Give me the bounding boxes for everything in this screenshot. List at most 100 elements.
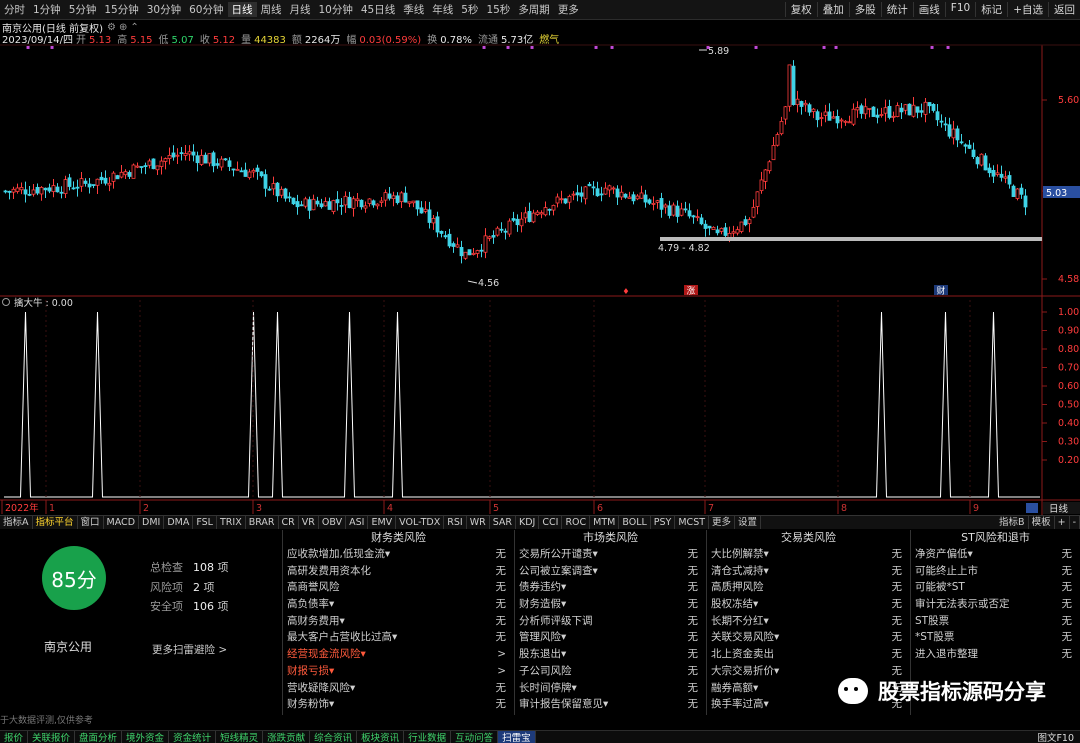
risk-item-value: 2 — [193, 580, 200, 594]
risk-item[interactable]: 财务粉饰▾ 无 — [283, 696, 514, 713]
indicator-tab[interactable]: 窗口 — [78, 516, 104, 529]
bottom-tab[interactable]: 综合资讯 — [310, 731, 358, 743]
risk-item[interactable]: 债券违约▾ 无 — [515, 579, 706, 596]
more-scan-link[interactable]: 更多扫雷避险 > — [152, 642, 227, 657]
indicator-tab[interactable]: MCST — [675, 516, 710, 529]
risk-item[interactable]: 可能终止上市 无 — [911, 563, 1080, 580]
indicator-tab[interactable]: CR — [279, 516, 299, 529]
bottom-tab[interactable]: 扫雷宝 — [498, 731, 536, 743]
bottom-tab[interactable]: 行业数据 — [404, 731, 452, 743]
risk-item-name: 高负债率▾ — [287, 598, 335, 611]
indicator-tab-tool[interactable]: + — [1055, 516, 1070, 529]
bottom-tab[interactable]: 报价 — [0, 731, 29, 743]
risk-item[interactable]: 可能被*ST 无 — [911, 579, 1080, 596]
risk-item[interactable]: *ST股票 无 — [911, 629, 1080, 646]
risk-item[interactable]: 股东退出▾ 无 — [515, 646, 706, 663]
candle-body — [707, 225, 712, 229]
candle-body — [855, 107, 860, 111]
indicator-tab[interactable]: WR — [467, 516, 490, 529]
risk-item[interactable]: 大比例解禁▾ 无 — [707, 546, 910, 563]
candle-body — [263, 174, 268, 189]
risk-item[interactable]: 高研发费用资本化 无 — [283, 563, 514, 580]
candlestick-chart[interactable]: 5.605.034.585.035.894.564.79 - 4.82♦涨财▪▪… — [0, 0, 1080, 515]
indicator-tab[interactable]: BOLL — [619, 516, 651, 529]
risk-item[interactable]: ST股票 无 — [911, 613, 1080, 630]
indicator-tab-tool[interactable]: 模板 — [1029, 516, 1055, 529]
risk-item[interactable]: 高负债率▾ 无 — [283, 596, 514, 613]
risk-item[interactable]: 净资产偏低▾ 无 — [911, 546, 1080, 563]
risk-item[interactable]: 财务造假▾ 无 — [515, 596, 706, 613]
candle-body — [483, 235, 488, 253]
indicator-tab[interactable]: 设置 — [735, 516, 762, 529]
risk-item[interactable]: 营收疑降风险▾ 无 — [283, 680, 514, 697]
risk-item[interactable]: 长时间停牌▾ 无 — [515, 680, 706, 697]
risk-item[interactable]: 高财务费用▾ 无 — [283, 613, 514, 630]
risk-item[interactable]: 股权冻结▾ 无 — [707, 596, 910, 613]
bottom-tab[interactable]: 资金统计 — [169, 731, 217, 743]
month-label: 4 — [387, 503, 393, 514]
indicator-tab[interactable]: VR — [299, 516, 319, 529]
risk-item[interactable]: 高商誉风险 无 — [283, 579, 514, 596]
candle-body — [567, 195, 572, 203]
risk-item[interactable]: 最大客户占营收比过高▾ 无 — [283, 629, 514, 646]
risk-item[interactable]: 经营现金流风险▾ > — [283, 646, 514, 663]
info-dot: ▪ — [834, 44, 838, 51]
indicator-tab[interactable]: 更多 — [709, 516, 736, 529]
risk-item[interactable]: 长期不分红▾ 无 — [707, 613, 910, 630]
risk-item[interactable]: 关联交易风险▾ 无 — [707, 629, 910, 646]
risk-item[interactable]: 管理风险▾ 无 — [515, 629, 706, 646]
risk-item[interactable]: 交易所公开谴责▾ 无 — [515, 546, 706, 563]
risk-item-status: 无 — [1061, 648, 1073, 661]
risk-item[interactable]: 应收款增加,低现金流▾ 无 — [283, 546, 514, 563]
risk-item-status: 无 — [891, 581, 903, 594]
info-dot: ▪ — [930, 44, 934, 51]
f10-button[interactable]: 图文F10 — [1031, 731, 1080, 743]
risk-item-status: 无 — [891, 564, 903, 577]
risk-item[interactable]: 公司被立案调查▾ 无 — [515, 563, 706, 580]
risk-item[interactable]: 财报亏损▾ > — [283, 663, 514, 680]
indicator-tab[interactable]: KDJ — [516, 516, 540, 529]
indicator-tab[interactable]: BRAR — [246, 516, 279, 529]
risk-item[interactable]: 分析师评级下调 无 — [515, 613, 706, 630]
bottom-tab[interactable]: 短线精灵 — [216, 731, 264, 743]
indicator-tab[interactable]: DMA — [164, 516, 194, 529]
indicator-tab[interactable]: SAR — [490, 516, 517, 529]
indicator-line — [4, 311, 1040, 498]
indicator-tab[interactable]: DMI — [139, 516, 165, 529]
indicator-tab[interactable]: PSY — [651, 516, 676, 529]
indicator-tick-label: 0.90 — [1058, 326, 1079, 337]
bottom-tab[interactable]: 关联报价 — [28, 731, 76, 743]
indicator-tab[interactable]: FSL — [193, 516, 217, 529]
indicator-tab[interactable]: OBV — [319, 516, 347, 529]
candle-body — [163, 158, 168, 162]
indicator-tab[interactable]: VOL-TDX — [396, 516, 445, 529]
bottom-tab[interactable]: 境外资金 — [122, 731, 170, 743]
indicator-tab[interactable]: ROC — [562, 516, 591, 529]
bottom-tab[interactable]: 盘面分析 — [75, 731, 123, 743]
bottom-tab[interactable]: 互动问答 — [451, 731, 499, 743]
indicator-tab[interactable]: TRIX — [217, 516, 246, 529]
risk-item[interactable]: 子公司风险 无 — [515, 663, 706, 680]
bottom-tab[interactable]: 板块资讯 — [357, 731, 405, 743]
bottom-tab[interactable]: 涨跌贡献 — [263, 731, 311, 743]
candle-body — [119, 171, 124, 178]
indicator-tab[interactable]: 指标平台 — [33, 516, 78, 529]
candle-body — [275, 182, 280, 197]
risk-item[interactable]: 审计无法表示或否定 无 — [911, 596, 1080, 613]
risk-item[interactable]: 进入退市整理 无 — [911, 646, 1080, 663]
indicator-tab[interactable]: MTM — [590, 516, 620, 529]
indicator-tab[interactable]: 指标A — [0, 516, 33, 529]
indicator-tab-tool[interactable]: - — [1070, 516, 1080, 529]
indicator-tab[interactable]: EMV — [368, 516, 397, 529]
risk-item[interactable]: 高质押风险 无 — [707, 579, 910, 596]
indicator-tab[interactable]: CCI — [539, 516, 563, 529]
indicator-tab[interactable]: ASI — [346, 516, 369, 529]
risk-item[interactable]: 清仓式减持▾ 无 — [707, 563, 910, 580]
indicator-tab[interactable]: RSI — [444, 516, 467, 529]
indicator-tab-tool[interactable]: 指标B — [996, 516, 1029, 529]
candle-body — [587, 183, 592, 187]
risk-item[interactable]: 北上资金卖出 无 — [707, 646, 910, 663]
indicator-tab[interactable]: MACD — [104, 516, 140, 529]
risk-item[interactable]: 审计报告保留意见▾ 无 — [515, 696, 706, 713]
indicator-tick-label: 0.60 — [1058, 381, 1079, 392]
